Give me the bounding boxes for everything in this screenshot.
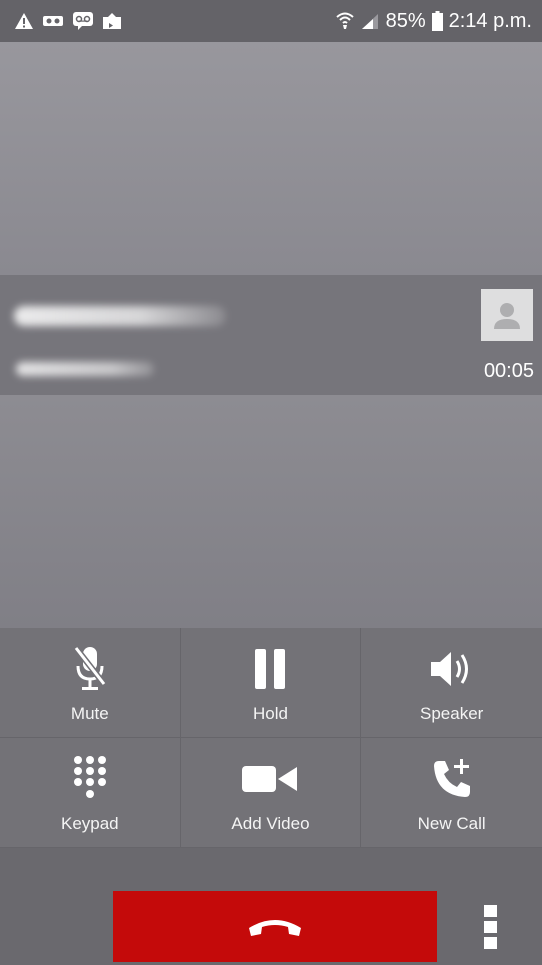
caller-number-redacted <box>16 362 154 376</box>
warning-icon <box>14 12 34 30</box>
speaker-button[interactable]: Speaker <box>361 628 542 738</box>
battery-percent: 85% <box>385 9 426 32</box>
signal-icon <box>360 12 380 30</box>
voicemail-tape-icon <box>42 13 64 29</box>
hang-up-icon <box>249 919 301 936</box>
keypad-label: Keypad <box>60 814 119 833</box>
add-video-label: Add Video <box>231 814 310 833</box>
add-video-button[interactable]: Add Video <box>180 738 362 848</box>
keypad-icon <box>73 756 106 798</box>
status-bar: 85% 2:14 p.m. <box>0 0 542 42</box>
call-controls: Mute Hold Speaker Keypad Add Video New C… <box>0 628 542 848</box>
more-dot <box>484 921 497 933</box>
video-icon <box>242 766 298 792</box>
voicemail-icon <box>72 11 94 31</box>
clock: 2:14 p.m. <box>448 9 532 32</box>
call-timer: 00:05 <box>483 360 534 382</box>
more-dot <box>484 905 497 917</box>
hold-label: Hold <box>253 704 288 723</box>
speaker-icon <box>430 652 468 686</box>
call-background-top <box>0 42 542 275</box>
wifi-calling-icon <box>335 11 354 31</box>
end-call-button[interactable] <box>113 891 437 962</box>
battery-icon <box>431 11 443 31</box>
mute-label: Mute <box>70 704 109 723</box>
photo-upload-icon <box>102 12 122 30</box>
more-dot <box>484 937 497 949</box>
caller-info-panel <box>0 275 542 395</box>
mic-off-icon <box>73 646 107 690</box>
avatar <box>481 289 533 341</box>
system-status: 85% 2:14 p.m. <box>335 9 542 33</box>
new-call-label: New Call <box>417 814 486 833</box>
new-call-button[interactable]: New Call <box>361 738 542 848</box>
more-options-button[interactable] <box>484 905 502 949</box>
pause-icon <box>255 649 286 689</box>
caller-name-redacted <box>14 306 226 326</box>
hold-button[interactable]: Hold <box>180 628 362 738</box>
person-icon <box>494 303 520 329</box>
notification-icons <box>0 11 122 31</box>
call-background-middle <box>0 395 542 628</box>
add-call-icon <box>433 759 470 797</box>
keypad-button[interactable]: Keypad <box>0 738 181 848</box>
speaker-label: Speaker <box>420 704 484 723</box>
mute-button[interactable]: Mute <box>0 628 181 738</box>
